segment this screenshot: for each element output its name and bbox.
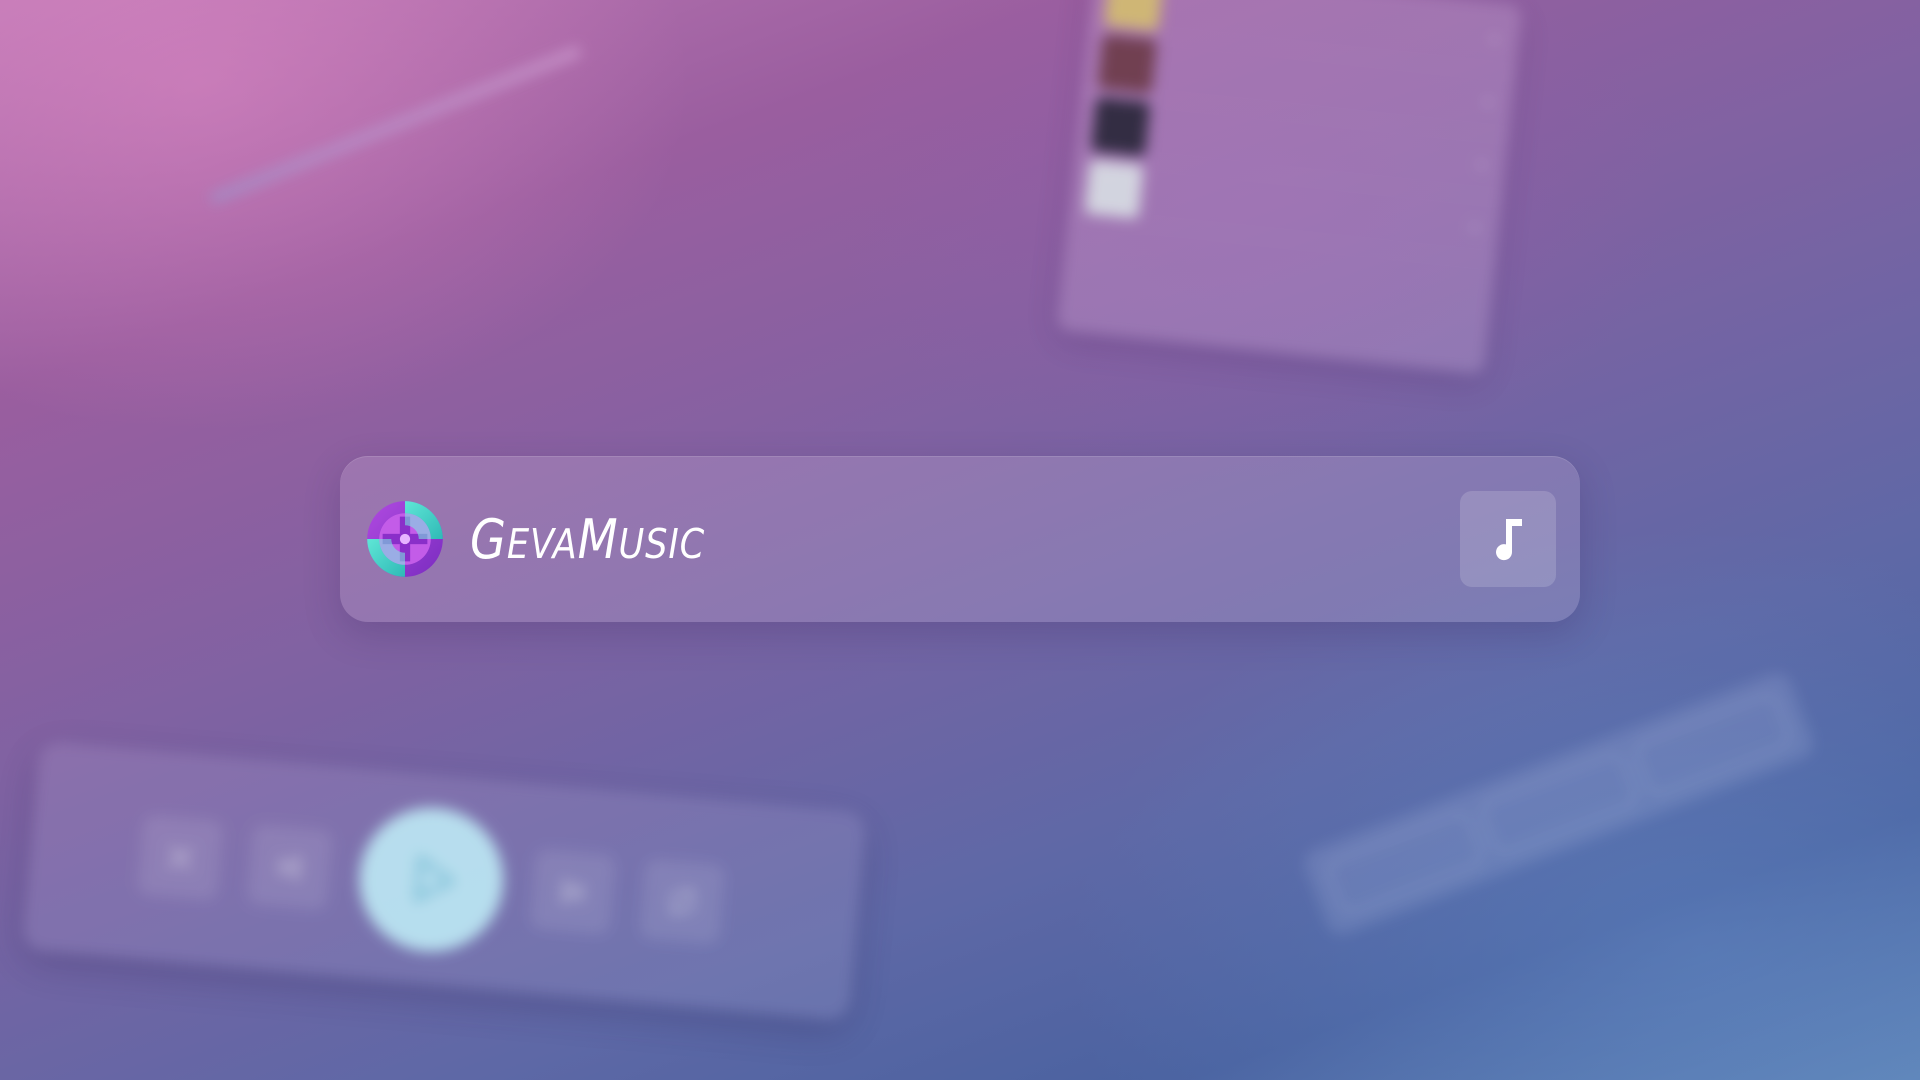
- music-library-button[interactable]: [1460, 491, 1556, 587]
- album-art: [1097, 34, 1157, 94]
- close-icon: ×: [1467, 217, 1483, 237]
- app-title-initial: M: [577, 507, 619, 571]
- tag-chip: [1477, 750, 1640, 858]
- background-volume-slider: [208, 45, 583, 205]
- album-art: [1091, 96, 1151, 157]
- close-icon: ×: [1480, 92, 1496, 112]
- background-tag-bar: [1300, 668, 1818, 940]
- play-icon: [353, 801, 510, 958]
- close-icon: ×: [1474, 154, 1489, 175]
- app-title: GEVAMUSIC: [470, 508, 705, 571]
- repeat-icon: [639, 858, 726, 945]
- slider-track: [208, 45, 583, 205]
- track-artist: [1155, 196, 1469, 229]
- background-playlist: × × × ×: [1056, 0, 1523, 375]
- track-artist: [1174, 8, 1488, 41]
- tag-chip: [1632, 691, 1795, 798]
- tag-chip: [1323, 809, 1486, 917]
- app-title-part: USIC: [618, 519, 706, 568]
- geva-logo-icon: [367, 501, 443, 577]
- track-title: [1162, 129, 1476, 162]
- album-art: [1084, 159, 1144, 219]
- album-art: [1104, 0, 1164, 31]
- track-artist: [1168, 70, 1482, 103]
- app-title-part: EVA: [506, 519, 578, 568]
- track-title: [1168, 66, 1482, 99]
- music-note-icon: [1496, 519, 1522, 561]
- app-header-bar: GEVAMUSIC: [340, 456, 1580, 622]
- next-icon: [529, 848, 617, 936]
- track-artist: [1161, 133, 1475, 166]
- app-title-initial: G: [470, 507, 507, 571]
- close-icon: ×: [1487, 29, 1502, 49]
- shuffle-icon: [136, 814, 224, 902]
- track-title: [1175, 4, 1489, 37]
- background-player-controls: [21, 740, 867, 1022]
- previous-icon: [246, 823, 334, 911]
- track-title: [1155, 192, 1469, 225]
